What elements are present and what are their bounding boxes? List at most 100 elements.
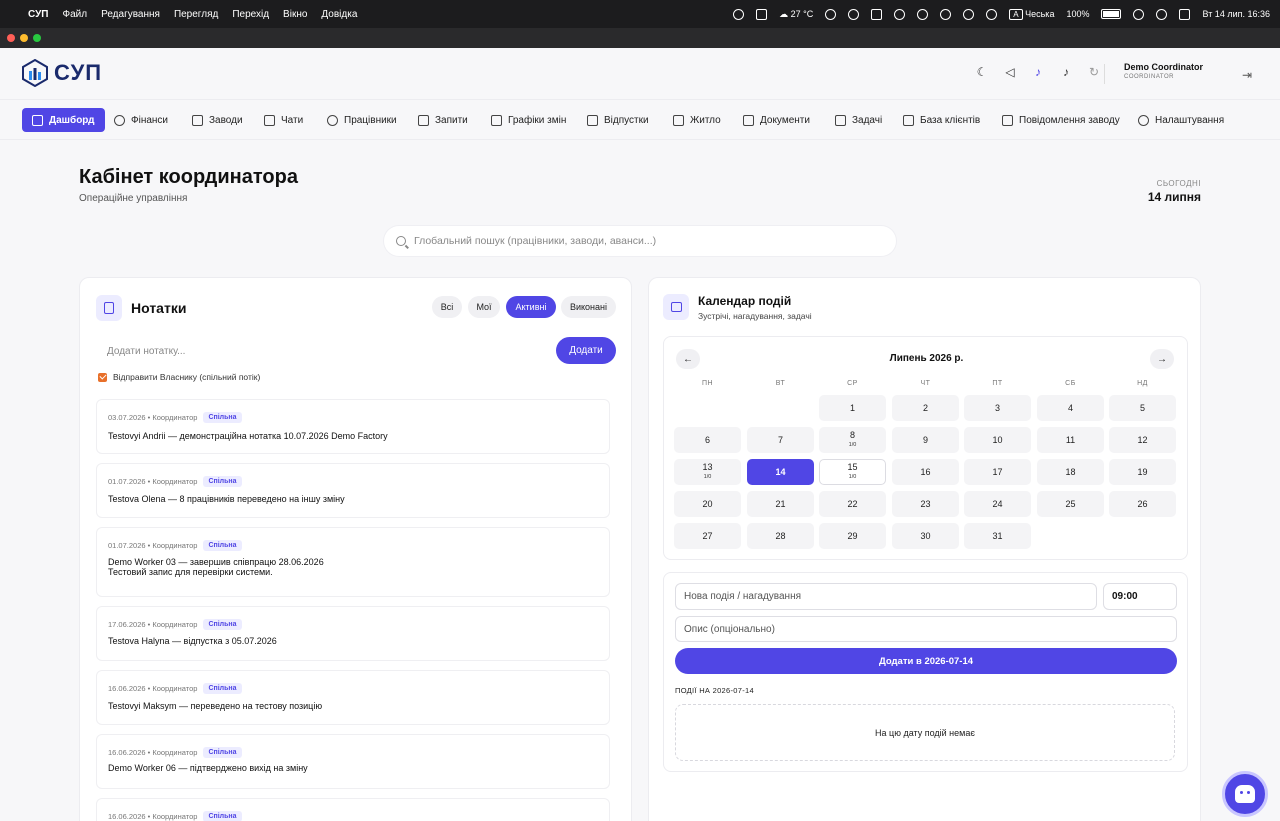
filter-done[interactable]: Виконані xyxy=(561,296,616,318)
event-time-input[interactable] xyxy=(1103,583,1177,610)
bell-icon[interactable]: ♪ xyxy=(1032,66,1044,78)
calendar-day[interactable]: 2 xyxy=(892,395,959,421)
menu-edit[interactable]: Редагування xyxy=(101,9,160,20)
filter-mine[interactable]: Мої xyxy=(468,296,500,318)
nav-item-factories[interactable]: Заводи xyxy=(186,108,249,132)
menu-view[interactable]: Перегляд xyxy=(174,9,218,20)
calendar-day[interactable]: 12 xyxy=(1109,427,1176,453)
assistant-button[interactable] xyxy=(1222,771,1268,817)
note-card[interactable]: 16.06.2026 • Координатор Спільна Demo Wor… xyxy=(96,734,610,789)
nav-item-settings[interactable]: Налаштування xyxy=(1132,108,1230,132)
status-icon[interactable] xyxy=(733,8,745,20)
prev-month-button[interactable]: ← xyxy=(676,349,700,369)
airdrop-icon[interactable] xyxy=(986,8,998,20)
calendar-day[interactable]: 31 xyxy=(964,523,1031,549)
nav-item-documents[interactable]: Документи xyxy=(737,108,816,132)
menu-window[interactable]: Вікно xyxy=(283,9,307,20)
calendar-day[interactable]: 19 xyxy=(1109,459,1176,485)
nav-item-workers[interactable]: Працівники xyxy=(321,108,403,132)
note-card[interactable]: 03.07.2026 • Координатор Спільна Testovyi… xyxy=(96,399,610,454)
moon-icon[interactable] xyxy=(940,8,952,20)
global-search[interactable] xyxy=(384,226,896,256)
nav-item-requests[interactable]: Запити xyxy=(412,108,474,132)
telegram-icon[interactable] xyxy=(848,8,860,20)
filter-all[interactable]: Всі xyxy=(432,296,462,318)
calendar-day[interactable]: 15 1/0 xyxy=(819,459,886,485)
nav-item-housing[interactable]: Житло xyxy=(667,108,727,132)
user-profile[interactable]: Demo Coordinator COORDINATOR xyxy=(1124,62,1203,80)
note-card[interactable]: 01.07.2026 • Координатор Спільна Testova … xyxy=(96,463,610,518)
calendar-day[interactable]: 7 xyxy=(747,427,814,453)
send-to-owner-row[interactable]: Відправити Власнику (спільний потік) xyxy=(98,372,260,382)
calendar-day[interactable]: 24 xyxy=(964,491,1031,517)
bluetooth-icon[interactable] xyxy=(894,8,906,20)
calendar-day[interactable]: 25 xyxy=(1037,491,1104,517)
nav-item-finance[interactable]: Фінанси xyxy=(108,108,174,132)
calendar-day[interactable]: 20 xyxy=(674,491,741,517)
status-icon[interactable] xyxy=(756,8,768,20)
logo[interactable]: СУП xyxy=(22,59,102,87)
note-card[interactable]: 01.07.2026 • Координатор Спільна Demo Wor… xyxy=(96,527,610,597)
zoom-window-button[interactable] xyxy=(33,34,41,42)
calendar-day[interactable]: 1 xyxy=(819,395,886,421)
keyboard-layout[interactable]: A Чеська xyxy=(1009,9,1054,20)
calendar-day[interactable]: 16 xyxy=(892,459,959,485)
calendar-day[interactable]: 28 xyxy=(747,523,814,549)
calendar-day[interactable]: 18 xyxy=(1037,459,1104,485)
menu-file[interactable]: Файл xyxy=(63,9,88,20)
send-to-owner-checkbox[interactable] xyxy=(98,372,107,382)
calendar-day[interactable]: 11 xyxy=(1037,427,1104,453)
calendar-day[interactable]: 27 xyxy=(674,523,741,549)
add-event-button[interactable]: Додати в 2026-07-14 xyxy=(675,648,1177,674)
note-card[interactable]: 17.06.2026 • Координатор Спільна Testova … xyxy=(96,606,610,661)
nav-item-dashboard[interactable]: Дашборд xyxy=(22,108,105,132)
note-card[interactable]: 16.06.2026 • Координатор Спільна Testovyi… xyxy=(96,670,610,725)
calendar-day[interactable]: 29 xyxy=(819,523,886,549)
weather-status[interactable]: ☁ 27 °C xyxy=(779,9,813,20)
calendar-day[interactable]: 5 xyxy=(1109,395,1176,421)
calendar-day[interactable]: 13 1/0 xyxy=(674,459,741,485)
nav-item-vacations[interactable]: Відпустки xyxy=(581,108,655,132)
nav-item-client-base[interactable]: База клієнтів xyxy=(897,108,986,132)
calendar-day[interactable]: 22 xyxy=(819,491,886,517)
calendar-day[interactable]: 17 xyxy=(964,459,1031,485)
note-card[interactable]: 16.06.2026 • Координатор Спільна xyxy=(96,798,610,821)
add-note-button[interactable]: Додати xyxy=(556,337,616,364)
menu-go[interactable]: Перехід xyxy=(232,9,269,20)
search-icon[interactable] xyxy=(1156,8,1168,20)
calendar-day[interactable]: 26 xyxy=(1109,491,1176,517)
play-icon[interactable] xyxy=(963,8,975,20)
calendar-day[interactable]: 4 xyxy=(1037,395,1104,421)
filter-active[interactable]: Активні xyxy=(506,296,556,318)
battery-icon[interactable] xyxy=(1101,9,1122,19)
menu-help[interactable]: Довідка xyxy=(321,9,357,20)
calendar-day[interactable]: 21 xyxy=(747,491,814,517)
calendar-day[interactable]: 8 1/0 xyxy=(819,427,886,453)
nav-item-tasks[interactable]: Задачі xyxy=(829,108,888,132)
nav-item-shift-schedules[interactable]: Графіки змін xyxy=(485,108,572,132)
nav-item-factory-messages[interactable]: Повідомлення заводу xyxy=(996,108,1126,132)
moon-icon[interactable]: ☾ xyxy=(976,66,988,78)
status-icon[interactable] xyxy=(825,8,837,20)
speaker-icon[interactable]: ◁ xyxy=(1004,66,1016,78)
event-description-input[interactable] xyxy=(675,616,1177,642)
calendar-day[interactable]: 6 xyxy=(674,427,741,453)
control-center-icon[interactable] xyxy=(1179,8,1191,20)
close-window-button[interactable] xyxy=(7,34,15,42)
calendar-day[interactable]: 30 xyxy=(892,523,959,549)
calendar-day[interactable]: 23 xyxy=(892,491,959,517)
status-icon[interactable] xyxy=(917,8,929,20)
status-icon[interactable] xyxy=(871,8,883,20)
bell-icon[interactable]: ♪ xyxy=(1060,66,1072,78)
calendar-day[interactable]: 10 xyxy=(964,427,1031,453)
calendar-day-selected[interactable]: 14 xyxy=(747,459,814,485)
search-input[interactable] xyxy=(414,235,874,247)
refresh-icon[interactable]: ↻ xyxy=(1088,66,1100,78)
wifi-icon[interactable] xyxy=(1133,8,1145,20)
menubar-app-name[interactable]: СУП xyxy=(28,9,49,20)
minimize-window-button[interactable] xyxy=(20,34,28,42)
note-input[interactable] xyxy=(96,340,556,362)
calendar-day[interactable]: 3 xyxy=(964,395,1031,421)
menubar-clock[interactable]: Вт 14 лип. 16:36 xyxy=(1202,9,1270,19)
logout-icon[interactable]: ⇥ xyxy=(1242,68,1252,82)
